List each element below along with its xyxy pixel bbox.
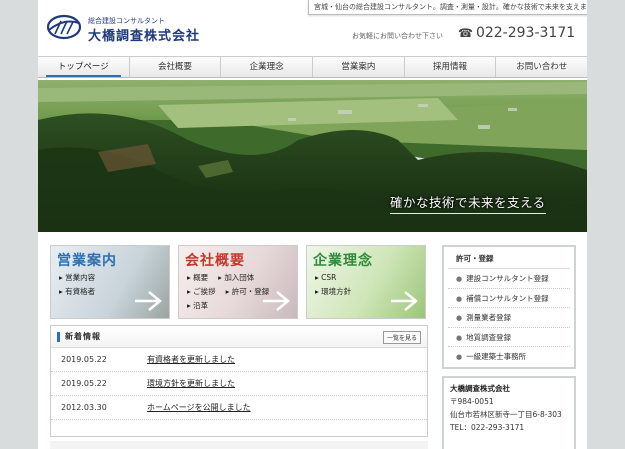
news-item: 2019.05.22 有資格者を更新しました [51,348,427,372]
card-link[interactable]: ▸ CSR [315,271,351,285]
arrow-right-icon [263,291,290,311]
global-nav: トップページ 会社概要 企業理念 営業案内 採用情報 お問い合わせ [38,56,587,78]
company-tel: TEL：022-293-3171 [450,423,525,432]
news-link[interactable]: 有資格者を更新しました [147,354,235,365]
license-title: 許可・登録 [448,247,570,269]
news-item: 2019.05.22 環境方針を更新しました [51,372,427,396]
card-philosophy[interactable]: 企業理念 ▸ CSR ▸ 環境方針 [306,245,426,319]
news-date: 2019.05.22 [61,355,107,364]
news-title: 新着情報 [65,332,101,341]
bullet-icon: ● [456,275,463,283]
phone-icon: ☎ [458,26,473,40]
nav-company-overview[interactable]: 会社概要 [130,57,222,77]
news-date: 2019.05.22 [61,379,107,388]
card-business[interactable]: 営業案内 ▸ 営業内容 ▸ 有資格者 [50,245,170,319]
company-logo-icon[interactable] [46,14,82,40]
hero-image: 確かな技術で未来を支える [38,80,587,232]
nav-recruit[interactable]: 採用情報 [405,57,497,77]
logo-company-name[interactable]: 大橋調査株式会社 [88,25,200,44]
hero-caption: 確かな技術で未来を支える [390,192,546,214]
card-link[interactable]: ▸ 営業内容 [59,271,95,285]
license-item[interactable]: ● 補償コンサルタント登録 [448,289,570,308]
card-link[interactable]: ▸ ご挨拶 [187,285,216,299]
news-link[interactable]: ホームページを公開しました [147,402,251,413]
card-company-title: 会社概要 [185,253,245,269]
company-address: 仙台市若林区新寺一丁目6-8-303 [450,410,562,419]
bullet-icon: ● [456,294,463,303]
lower-banner-strip [50,441,428,449]
card-company-links: ▸ 概要 ▸ 加入団体 ▸ ご挨拶 ▸ 許可・登録 ▸ 沿革 [187,271,269,313]
license-item[interactable]: ● 建設コンサルタント登録 [448,269,570,289]
news-accent-bar [57,332,60,342]
news-panel: 新着情報 一覧を見る 2019.05.22 有資格者を更新しました 2019.0… [50,325,428,437]
contact-prompt: お気軽にお問い合わせ下さい [352,32,443,40]
card-business-title: 営業案内 [57,253,117,269]
page-container: 宮城・仙台の総合建設コンサルタント。調査・測量・設計。確かな技術で未来を支えます… [38,0,587,449]
company-info-panel: 大橋調査株式会社 〒984-0051 仙台市若林区新寺一丁目6-8-303 TE… [442,376,576,449]
arrow-right-icon [135,291,162,311]
bullet-icon: ● [456,314,463,322]
card-philosophy-links: ▸ CSR ▸ 環境方針 [315,271,351,299]
arrow-right-icon [391,291,418,311]
company-name: 大橋調査株式会社 [450,384,510,393]
bullet-icon: ● [456,353,463,361]
company-postal: 〒984-0051 [450,397,494,406]
nav-top-page[interactable]: トップページ [38,57,130,77]
news-date: 2012.03.30 [61,403,107,412]
card-link[interactable]: ▸ 加入団体 [218,271,254,285]
news-item: 2012.03.30 ホームページを公開しました [51,396,427,420]
site-tagline: 宮城・仙台の総合建設コンサルタント。調査・測量・設計。確かな技術で未来を支えます… [308,0,587,15]
phone-number: 022-293-3171 [475,25,576,41]
nav-business[interactable]: 営業案内 [313,57,405,77]
card-business-links: ▸ 営業内容 ▸ 有資格者 [59,271,95,299]
license-item[interactable]: ● 一級建築士事務所 [448,347,570,367]
bullet-icon: ● [456,333,463,342]
card-company[interactable]: 会社概要 ▸ 概要 ▸ 加入団体 ▸ ご挨拶 ▸ 許可・登録 ▸ 沿革 [178,245,298,319]
card-philosophy-title: 企業理念 [313,253,373,269]
card-link[interactable]: ▸ 沿革 [187,299,269,313]
news-more-button[interactable]: 一覧を見る [382,331,421,344]
nav-philosophy[interactable]: 企業理念 [221,57,314,77]
news-link[interactable]: 環境方針を更新しました [147,378,235,389]
header-phone: ☎ 022-293-3171 [458,25,575,41]
nav-contact[interactable]: お問い合わせ [496,57,587,77]
license-item[interactable]: ● 測量業者登録 [448,308,570,328]
card-link[interactable]: ▸ 環境方針 [315,285,351,299]
license-item[interactable]: ● 地質調査登録 [448,328,570,347]
news-header: 新着情報 一覧を見る [51,326,427,348]
card-link[interactable]: ▸ 有資格者 [59,285,95,299]
license-panel: 許可・登録 ● 建設コンサルタント登録 ● 補償コンサルタント登録 ● 測量業者登録 … [442,245,576,369]
card-link[interactable]: ▸ 概要 [187,271,208,285]
